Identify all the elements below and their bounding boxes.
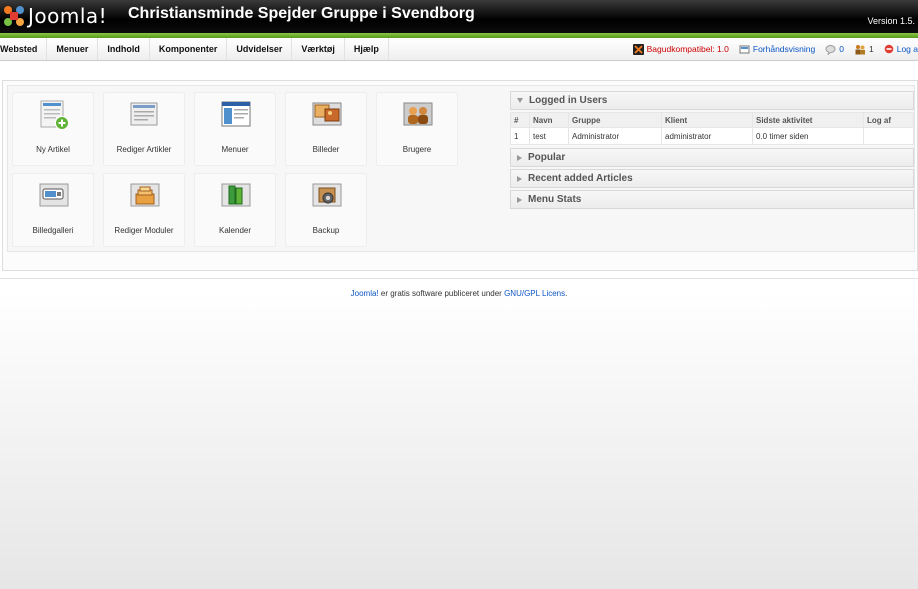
menu-hjaelp[interactable]: Hjælp — [345, 38, 389, 60]
backup-icon — [312, 183, 342, 207]
collapsed-arrow-icon — [517, 196, 522, 203]
header-bar: Joomla! Christiansminde Spejder Gruppe i… — [0, 0, 918, 33]
col-last-activity: Sidste aktivitet — [752, 112, 864, 128]
article-manager-icon — [130, 102, 158, 126]
menu-indhold[interactable]: Indhold — [98, 38, 150, 60]
module-manager-button[interactable]: Rediger Moduler — [103, 173, 185, 247]
collapsed-arrow-icon — [517, 175, 522, 182]
users-online-count: 1 — [868, 44, 874, 54]
image-gallery-button[interactable]: Billedgalleri — [12, 173, 94, 247]
main-menu: Websted Menuer Indhold Komponenter Udvid… — [0, 38, 389, 60]
menu-menuer[interactable]: Menuer — [47, 38, 99, 60]
calendar-icon — [221, 183, 251, 207]
media-manager-label: Billeder — [312, 145, 340, 154]
users-online-icon — [855, 44, 865, 54]
footer-end: . — [565, 289, 568, 298]
menu-udvidelser[interactable]: Udvidelser — [227, 38, 293, 60]
image-gallery-icon — [39, 183, 69, 207]
col-group: Gruppe — [568, 112, 662, 128]
calendar-button[interactable]: Kalender — [194, 173, 276, 247]
module-manager-icon — [130, 183, 160, 207]
menu-stats-title: Menu Stats — [528, 194, 582, 205]
license-link[interactable]: GNU/GPL Licens — [504, 289, 565, 298]
main-menu-bar: Websted Menuer Indhold Komponenter Udvid… — [0, 38, 918, 61]
logout-icon — [884, 44, 894, 54]
article-manager-button[interactable]: Rediger Artikler — [103, 92, 185, 166]
side-panels: Logged in Users # Navn Gruppe Klient Sid… — [510, 91, 914, 211]
joomla-logo[interactable]: Joomla! — [2, 3, 107, 29]
table-row: 1 test Administrator administrator 0.0 t… — [510, 127, 914, 145]
joomla-logo-icon — [4, 6, 24, 26]
content-area: Ny Artikel Rediger Artikler Menuer Bille… — [2, 80, 918, 271]
new-article-icon — [40, 100, 69, 130]
site-title: Christiansminde Spejder Gruppe i Svendbo… — [128, 5, 475, 22]
logout-link[interactable]: Log a — [884, 44, 918, 54]
legacy-icon — [632, 43, 644, 55]
menu-websted[interactable]: Websted — [0, 38, 48, 60]
messages-status[interactable]: 0 — [825, 44, 844, 55]
row-last-activity: 0.0 timer siden — [752, 127, 864, 145]
media-manager-button[interactable]: Billeder — [285, 92, 367, 166]
messages-icon — [825, 44, 836, 55]
menu-manager-icon — [221, 101, 251, 127]
logout-label: Log a — [896, 44, 918, 54]
popular-title: Popular — [528, 152, 566, 163]
preview-label: Forhåndsvisning — [752, 44, 816, 54]
article-manager-label: Rediger Artikler — [116, 145, 172, 154]
collapsed-arrow-icon — [517, 154, 522, 161]
status-bar: Bagudkompatibel: 1.0 Forhåndsvisning 0 1… — [623, 38, 918, 60]
table-header-row: # Navn Gruppe Klient Sidste aktivitet Lo… — [510, 112, 914, 128]
col-logout: Log af — [863, 112, 914, 128]
recent-articles-title: Recent added Articles — [528, 173, 633, 184]
row-client: administrator — [661, 127, 753, 145]
logged-in-users-table: # Navn Gruppe Klient Sidste aktivitet Lo… — [510, 112, 914, 145]
footer-divider — [0, 278, 918, 279]
legacy-label: Bagudkompatibel: 1.0 — [646, 44, 729, 54]
cpanel-icons: Ny Artikel Rediger Artikler Menuer Bille… — [12, 92, 460, 252]
version-label: Version 1.5. — [867, 16, 915, 26]
backup-label: Backup — [312, 226, 340, 235]
module-manager-label: Rediger Moduler — [114, 226, 174, 235]
footer-text: er gratis software publiceret under — [378, 289, 505, 298]
expanded-arrow-icon — [517, 98, 523, 103]
user-manager-label: Brugere — [402, 145, 432, 154]
messages-count: 0 — [839, 44, 844, 54]
menu-vaerktoj[interactable]: Værktøj — [292, 38, 345, 60]
row-number: 1 — [510, 127, 530, 145]
users-online-status: 1 — [854, 44, 874, 55]
col-client: Klient — [661, 112, 753, 128]
backup-button[interactable]: Backup — [285, 173, 367, 247]
calendar-label: Kalender — [218, 226, 252, 235]
logged-in-users-title: Logged in Users — [529, 95, 608, 106]
logged-in-users-panel-header[interactable]: Logged in Users — [510, 91, 914, 110]
row-group: Administrator — [568, 127, 662, 145]
col-name: Navn — [529, 112, 569, 128]
new-article-button[interactable]: Ny Artikel — [12, 92, 94, 166]
popular-panel-header[interactable]: Popular — [510, 148, 914, 167]
logo-text: Joomla! — [28, 4, 108, 28]
preview-link[interactable]: Forhåndsvisning — [739, 44, 815, 55]
col-number: # — [510, 112, 530, 128]
row-name-link[interactable]: test — [529, 127, 569, 145]
menu-stats-panel-header[interactable]: Menu Stats — [510, 190, 914, 209]
image-gallery-label: Billedgalleri — [32, 226, 74, 235]
cpanel-container: Ny Artikel Rediger Artikler Menuer Bille… — [7, 85, 915, 252]
menu-manager-button[interactable]: Menuer — [194, 92, 276, 166]
user-manager-button[interactable]: Brugere — [376, 92, 458, 166]
user-manager-icon — [403, 102, 433, 126]
recent-articles-panel-header[interactable]: Recent added Articles — [510, 169, 914, 188]
menu-manager-label: Menuer — [221, 145, 249, 154]
new-article-label: Ny Artikel — [36, 145, 70, 154]
preview-icon — [739, 45, 750, 53]
media-manager-icon — [312, 102, 342, 126]
legacy-status: Bagudkompatibel: 1.0 — [632, 43, 729, 55]
joomla-link[interactable]: Joomla! — [351, 289, 379, 298]
footer: Joomla! er gratis software publiceret un… — [0, 289, 918, 298]
menu-komponenter[interactable]: Komponenter — [150, 38, 228, 60]
row-logout[interactable] — [863, 127, 914, 145]
